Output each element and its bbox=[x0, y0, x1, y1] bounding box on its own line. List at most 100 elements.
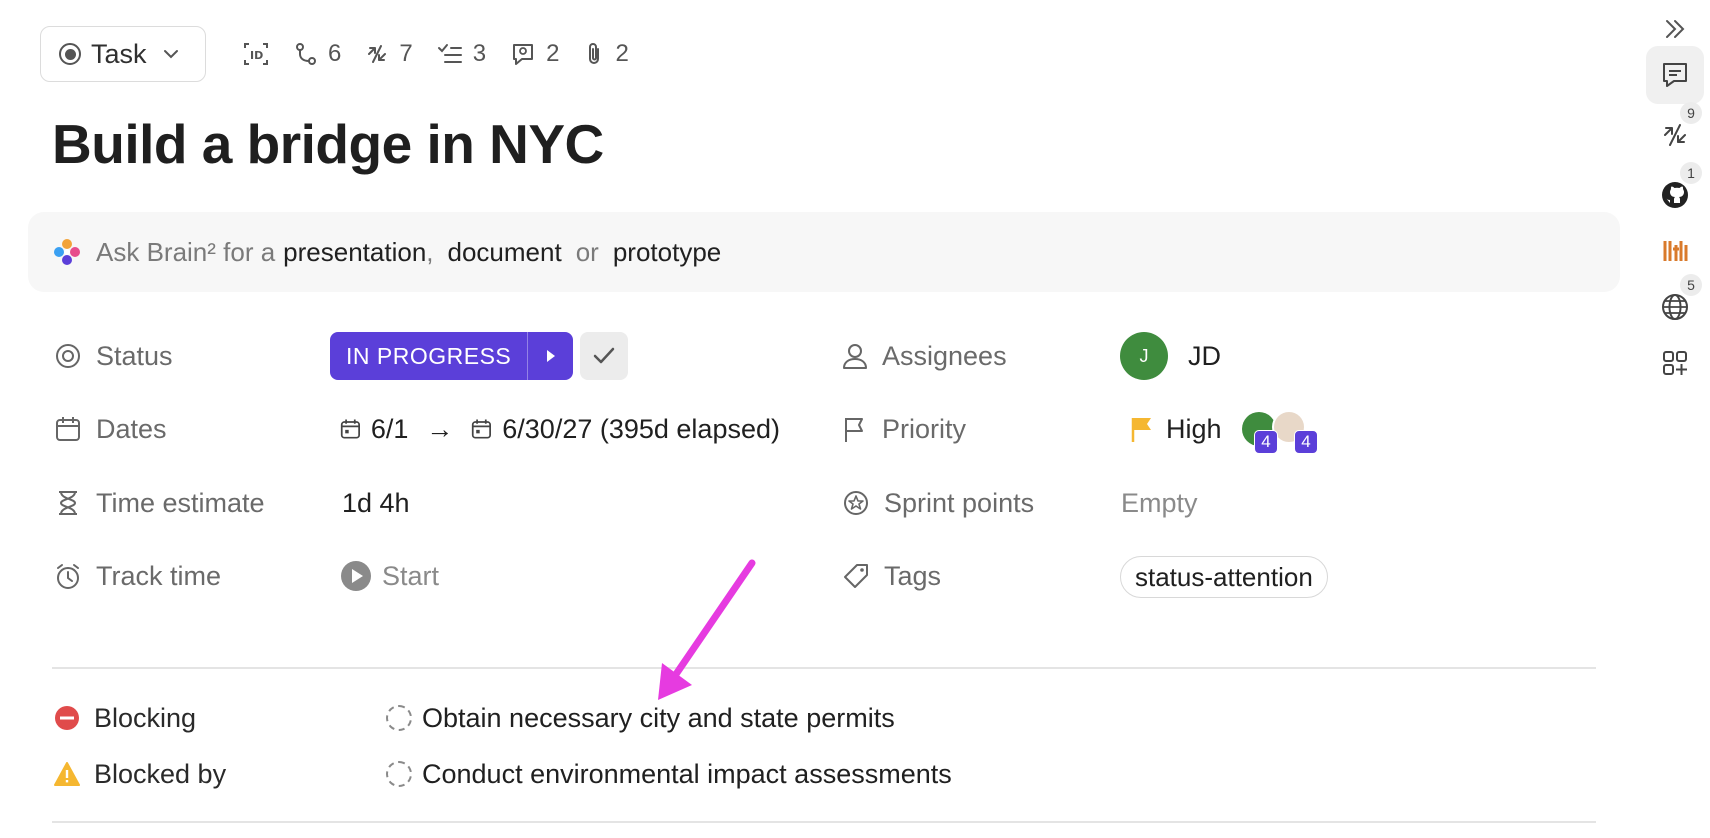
blocked-by-label: Blocked by bbox=[94, 758, 227, 789]
priority-field: Priority bbox=[842, 404, 966, 454]
track-time-field: Track time bbox=[54, 551, 221, 601]
dates-label: Dates bbox=[96, 413, 167, 444]
flag-high-icon bbox=[1131, 418, 1151, 442]
dependency-icon bbox=[368, 45, 387, 63]
prototype-option[interactable]: prototype bbox=[613, 237, 721, 268]
checklists-count: 3 bbox=[472, 40, 487, 67]
ask-brain-prefix: Ask Brain² for a bbox=[96, 236, 276, 267]
relationships-count: 6 bbox=[328, 40, 342, 67]
time-estimate-label: Time estimate bbox=[96, 487, 265, 518]
svg-text:ID: ID bbox=[250, 49, 263, 62]
dependency-icon bbox=[1664, 124, 1686, 146]
comment-icon bbox=[513, 44, 534, 65]
task-toolbar: Task ID 6 7 3 2 2 bbox=[40, 26, 641, 82]
stopwatch-icon bbox=[57, 564, 79, 589]
task-type-icon bbox=[59, 43, 81, 65]
start-date-icon bbox=[340, 419, 360, 439]
checklists-button[interactable]: 3 bbox=[425, 26, 498, 82]
blocking-row: Blocking Obtain necessary city and state… bbox=[54, 693, 1054, 743]
track-time-label: Track time bbox=[96, 560, 222, 591]
blocking-task-link[interactable]: Obtain necessary city and state permits bbox=[386, 703, 895, 734]
ask-brain-bar[interactable]: Ask Brain² for a presentation , document… bbox=[28, 212, 1620, 292]
double-chevron-right-icon bbox=[1666, 20, 1685, 38]
task-type-label: Task bbox=[91, 38, 147, 69]
document-option[interactable]: document bbox=[448, 237, 562, 268]
watcher-badge: 4 bbox=[1294, 430, 1318, 454]
priority-text: High bbox=[1166, 413, 1222, 444]
ask-brain-separator: , bbox=[426, 236, 434, 267]
task-id-button[interactable]: ID bbox=[230, 26, 282, 82]
assignees-label: Assignees bbox=[882, 340, 1007, 371]
relationships-panel-button[interactable]: 9 bbox=[1646, 102, 1704, 164]
date-arrow-icon: → bbox=[426, 413, 454, 444]
comments-count: 2 bbox=[546, 40, 560, 67]
task-status-icon bbox=[386, 705, 412, 731]
time-estimate-value[interactable]: 1d 4h bbox=[342, 478, 410, 528]
sprint-points-value[interactable]: Empty bbox=[1121, 478, 1198, 528]
blocking-icon bbox=[55, 706, 79, 730]
sprint-points-field: Sprint points bbox=[842, 478, 1034, 528]
presentation-option[interactable]: presentation bbox=[283, 237, 426, 268]
divider bbox=[52, 667, 1596, 669]
start-date[interactable]: 6/1 bbox=[371, 414, 409, 445]
priority-value[interactable]: High bbox=[1130, 404, 1222, 454]
blocking-task-name: Obtain necessary city and state permits bbox=[422, 702, 895, 733]
blocked-by-task-name: Conduct environmental impact assessments bbox=[422, 758, 952, 789]
id-icon: ID bbox=[244, 43, 268, 65]
task-status-icon bbox=[386, 761, 412, 787]
tag-chip[interactable]: status-attention bbox=[1120, 556, 1328, 598]
relationship-icon bbox=[296, 43, 316, 65]
github-badge: 1 bbox=[1680, 162, 1702, 184]
blocked-by-row: Blocked by Conduct environmental impact … bbox=[54, 749, 1054, 799]
watchers-group[interactable]: 4 4 bbox=[1242, 410, 1332, 454]
github-button[interactable]: 1 bbox=[1646, 162, 1704, 224]
status-pill[interactable]: IN PROGRESS bbox=[330, 332, 574, 380]
blocking-label: Blocking bbox=[94, 702, 197, 733]
tags-field: Tags bbox=[842, 551, 941, 601]
chevron-down-icon bbox=[163, 50, 178, 59]
warning-icon bbox=[54, 762, 80, 786]
brain-ai-icon bbox=[54, 239, 80, 265]
tag-icon bbox=[844, 564, 868, 588]
divider bbox=[52, 821, 1596, 823]
assignees-field: Assignees bbox=[842, 331, 1007, 381]
next-status-button[interactable] bbox=[527, 332, 574, 380]
relationships-button[interactable]: 6 bbox=[282, 26, 353, 82]
play-circle-icon bbox=[341, 561, 371, 591]
attachments-count: 2 bbox=[615, 40, 629, 67]
task-type-dropdown[interactable]: Task bbox=[40, 26, 206, 82]
dates-value[interactable]: 6/1 → 6/30/27 (395d elapsed) bbox=[340, 404, 780, 454]
tags-label: Tags bbox=[884, 560, 942, 591]
due-date-icon bbox=[472, 419, 492, 439]
comments-button[interactable]: 2 bbox=[498, 26, 571, 82]
assignee-item[interactable]: J JD bbox=[1120, 331, 1221, 381]
avatar: J bbox=[1120, 332, 1168, 380]
integration-button[interactable] bbox=[1646, 222, 1704, 280]
status-value[interactable]: IN PROGRESS bbox=[330, 332, 528, 380]
start-timer-button[interactable]: Start bbox=[340, 551, 439, 601]
page-title[interactable]: Build a bridge in NYC bbox=[52, 112, 604, 176]
web-links-badge: 5 bbox=[1680, 274, 1702, 296]
add-apps-button[interactable] bbox=[1646, 334, 1704, 392]
attachment-icon bbox=[589, 43, 600, 64]
due-date[interactable]: 6/30/27 (395d elapsed) bbox=[502, 414, 780, 445]
ask-brain-or: or bbox=[575, 236, 599, 267]
flag-outline-icon bbox=[845, 418, 863, 442]
sprint-points-icon bbox=[844, 491, 868, 515]
annotation-arrow bbox=[658, 559, 756, 700]
attachments-button[interactable]: 2 bbox=[571, 26, 640, 82]
person-icon bbox=[843, 344, 867, 369]
status-label: Status bbox=[96, 340, 173, 371]
hourglass-icon bbox=[59, 491, 77, 515]
complete-status-button[interactable] bbox=[580, 332, 628, 380]
activity-button[interactable] bbox=[1646, 46, 1704, 104]
github-icon bbox=[1662, 182, 1688, 208]
add-apps-icon bbox=[1663, 351, 1687, 375]
globe-icon bbox=[1662, 294, 1688, 320]
dates-field: Dates bbox=[54, 404, 167, 454]
status-icon bbox=[56, 344, 80, 368]
dependencies-button[interactable]: 7 bbox=[353, 26, 424, 82]
blocked-by-task-link[interactable]: Conduct environmental impact assessments bbox=[386, 759, 952, 790]
web-links-button[interactable]: 5 bbox=[1646, 274, 1704, 336]
time-estimate-field: Time estimate bbox=[54, 478, 265, 528]
